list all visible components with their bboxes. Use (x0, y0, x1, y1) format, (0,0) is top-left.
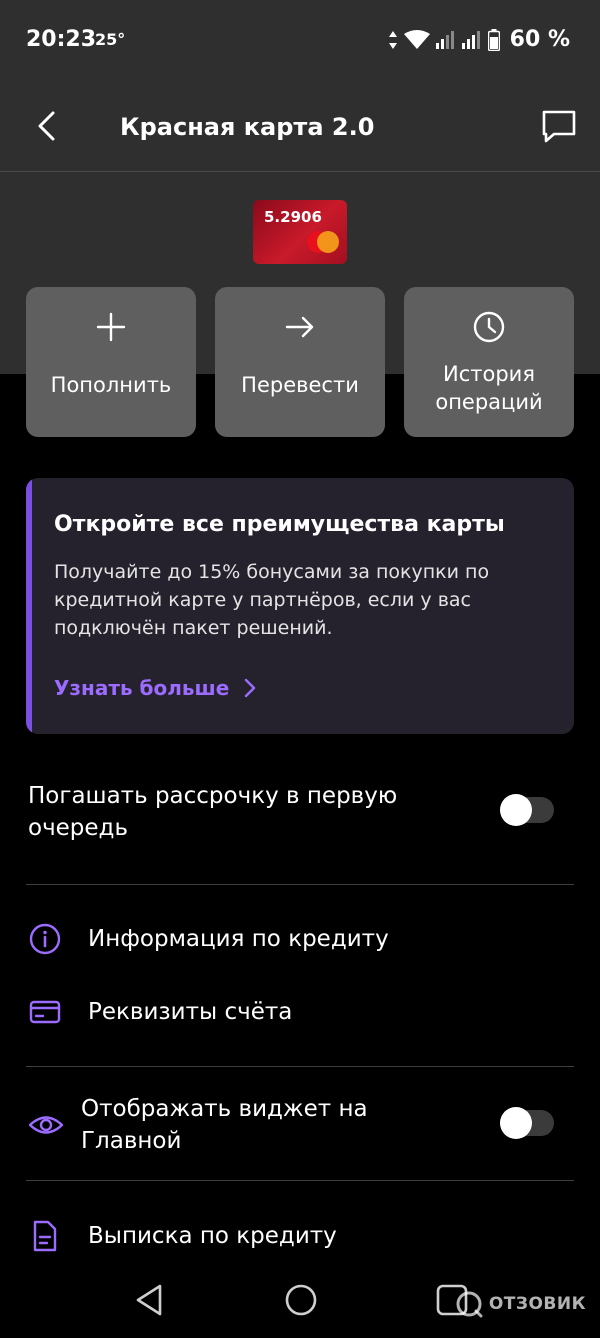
battery-icon (487, 28, 500, 51)
status-bar: 20:23 25° 60 % (0, 0, 600, 80)
top-up-label: Пополнить (50, 373, 172, 397)
document-icon (33, 1220, 57, 1252)
promo-text: Получайте до 15% бонусами за покупки по … (54, 561, 490, 639)
header: Красная карта 2.0 (0, 80, 600, 172)
nav-home-icon[interactable] (283, 1282, 319, 1318)
status-time: 20:23 (26, 27, 97, 52)
arrow-right-icon (285, 316, 314, 338)
promo-banner: Откройте все преимущества карты Получайт… (26, 478, 574, 734)
credit-info-item[interactable]: Информация по кредиту (26, 914, 574, 964)
transfer-button[interactable]: Перевести (215, 287, 385, 437)
watermark: ОТЗОВИК (455, 1290, 586, 1318)
card-number: 5.2906 (264, 208, 322, 226)
promo-title: Откройте все преимущества карты (54, 512, 505, 537)
data-arrows-icon (388, 30, 397, 49)
chat-icon[interactable] (540, 108, 578, 146)
account-details-item[interactable]: Реквизиты счёта (26, 987, 574, 1037)
divider (26, 1180, 574, 1181)
show-widget-setting: Отображать виджет на Главной (26, 1093, 574, 1157)
signal-2-icon (461, 30, 480, 49)
transfer-label: Перевести (241, 373, 359, 397)
nav-back-icon[interactable] (132, 1282, 168, 1318)
history-label-line2: операций (435, 390, 543, 414)
info-icon (29, 923, 61, 955)
battery-percent: 60 % (509, 27, 570, 52)
account-details-label: Реквизиты счёта (88, 999, 293, 1025)
installment-first-setting: Погашать рассрочку в первую очередь (26, 780, 574, 844)
card-icon (29, 1000, 61, 1024)
quick-actions: Пополнить Перевести История операций (26, 287, 574, 437)
clock-icon (473, 311, 505, 343)
divider (26, 1066, 574, 1067)
top-up-button[interactable]: Пополнить (26, 287, 196, 437)
page-title: Красная карта 2.0 (120, 113, 375, 141)
watermark-logo-icon (456, 1291, 483, 1318)
show-widget-label: Отображать виджет на Главной (81, 1096, 368, 1154)
status-temperature: 25° (95, 30, 126, 49)
status-indicators: 60 % (388, 27, 570, 52)
show-widget-toggle[interactable] (500, 1107, 554, 1139)
installment-first-toggle[interactable] (500, 794, 554, 826)
watermark-text: ОТЗОВИК (488, 1294, 586, 1314)
wifi-icon (403, 29, 430, 49)
divider (26, 884, 574, 885)
history-label-line1: История (443, 362, 535, 386)
learn-more-label: Узнать больше (54, 676, 230, 700)
promo-accent-bar (26, 478, 32, 734)
back-arrow-icon[interactable] (30, 108, 66, 144)
credit-statement-label: Выписка по кредиту (88, 1223, 337, 1249)
installment-first-label: Погашать рассрочку в первую очередь (28, 783, 398, 841)
history-label: История операций (404, 360, 574, 416)
mastercard-logo-icon (307, 231, 339, 253)
eye-icon (28, 1116, 64, 1134)
credit-statement-item[interactable]: Выписка по кредиту (26, 1211, 574, 1261)
plus-icon (96, 312, 126, 342)
signal-icon (435, 30, 454, 49)
chevron-right-icon (245, 678, 256, 698)
card-thumbnail[interactable]: 5.2906 (253, 200, 347, 264)
history-button[interactable]: История операций (404, 287, 574, 437)
learn-more-link[interactable]: Узнать больше (54, 676, 257, 700)
credit-info-label: Информация по кредиту (88, 926, 389, 952)
